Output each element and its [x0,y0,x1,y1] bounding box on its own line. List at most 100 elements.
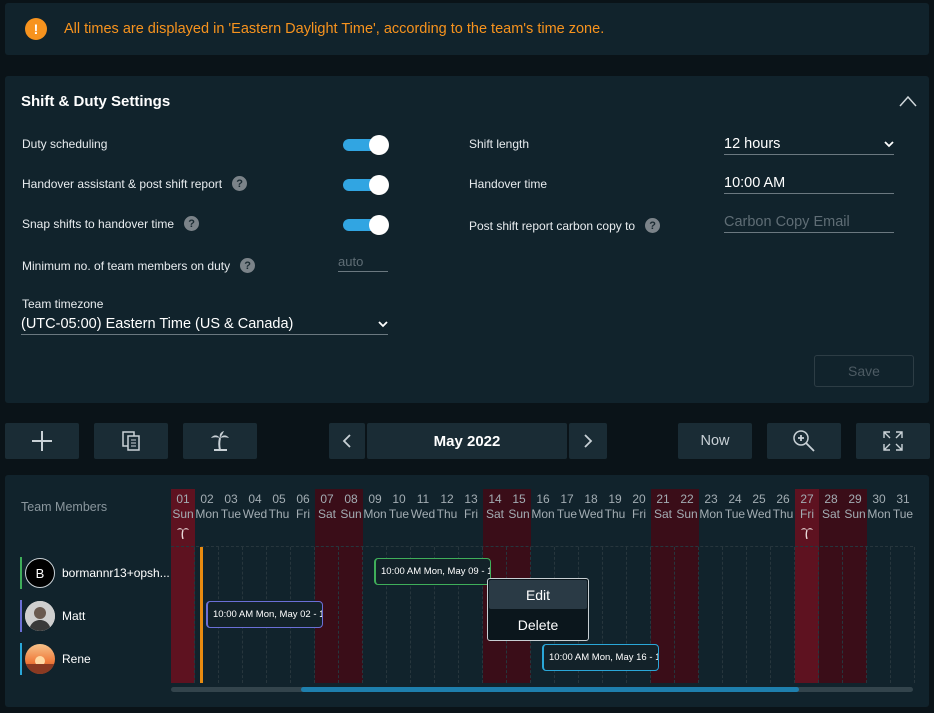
day-number: 11 [416,492,430,506]
next-month-button[interactable] [569,423,607,459]
shift-block[interactable]: 10:00 AM Mon, May 02 - 1 [206,601,323,628]
palm-tree-icon [800,525,814,540]
prev-month-button[interactable] [329,423,365,459]
carbon-copy-input[interactable]: Carbon Copy Email [724,214,894,233]
copy-icon [122,431,140,451]
chevron-up-icon[interactable] [899,95,917,107]
snap-shifts-row: Snap shifts to handover time ? [22,216,200,231]
current-time-indicator [200,547,203,683]
day-number: 15 [512,492,526,506]
duty-scheduling-label: Duty scheduling [22,137,108,151]
day-number: 20 [632,492,646,506]
add-shift-button[interactable] [5,423,79,459]
help-icon[interactable]: ? [240,258,256,273]
chevron-down-icon [884,141,894,148]
day-number: 31 [896,492,910,506]
handover-assistant-toggle[interactable] [343,175,389,195]
handover-assistant-row: Handover assistant & post shift report ? [22,176,248,191]
chevron-left-icon [342,434,351,448]
plus-icon [32,431,52,451]
timezone-value: (UTC-05:00) Eastern Time (US & Canada) [21,316,294,332]
day-number: 21 [656,492,670,506]
min-members-label: Minimum no. of team members on duty [22,258,231,273]
shift-length-value: 12 hours [724,136,781,152]
shift-block[interactable]: 10:00 AM Mon, May 09 - 1 [374,558,491,585]
day-number: 01 [176,492,190,506]
day-number: 02 [200,492,214,506]
scrollbar-thumb[interactable] [301,687,799,692]
timezone-select[interactable]: (UTC-05:00) Eastern Time (US & Canada) [21,316,388,335]
day-number: 17 [560,492,574,506]
delete-menu-item[interactable]: Delete [488,610,588,640]
chevron-down-icon [378,321,388,328]
handover-assistant-label: Handover assistant & post shift report [22,176,223,191]
edit-menu-item[interactable]: Edit [489,580,587,609]
palm-tree-icon [176,525,190,540]
member-name: Rene [62,652,91,666]
day-number: 08 [344,492,358,506]
day-number: 13 [464,492,478,506]
day-number: 04 [248,492,262,506]
team-members-header: Team Members [21,500,108,514]
member-name: Matt [62,609,86,623]
help-icon[interactable]: ? [645,218,661,233]
carbon-copy-row: Post shift report carbon copy to ? [469,218,661,233]
day-number: 25 [752,492,766,506]
day-number: 12 [440,492,454,506]
shift-length-select[interactable]: 12 hours [724,136,894,155]
day-weekday: Tue [892,507,914,521]
day-number: 28 [824,492,838,506]
day-number: 05 [272,492,286,506]
zoom-button[interactable] [767,423,841,459]
vacation-button[interactable] [183,423,257,459]
shift-context-menu: Edit Delete [487,578,589,641]
current-month[interactable]: May 2022 [367,423,567,459]
snap-shifts-toggle[interactable] [343,215,389,235]
day-number: 27 [800,492,814,506]
day-number: 30 [872,492,886,506]
banner-message: All times are displayed in 'Eastern Dayl… [64,21,605,37]
duty-scheduling-toggle[interactable] [343,135,389,155]
member-color-bar [20,557,22,589]
avatar: B [25,558,55,588]
day-number: 07 [320,492,334,506]
handover-time-label: Handover time [469,177,548,191]
chevron-right-icon [584,434,593,448]
shift-block[interactable]: 10:00 AM Mon, May 16 - 1 [542,644,659,671]
member-color-bar [20,643,22,675]
now-button[interactable]: Now [678,423,752,459]
member-row-bormannr13[interactable]: B bormannr13+opsh... [20,557,170,589]
day-number: 26 [776,492,790,506]
day-number: 16 [536,492,550,506]
day-number: 14 [488,492,502,506]
save-button[interactable]: Save [814,355,914,387]
avatar [25,601,55,631]
day-number: 19 [608,492,622,506]
timezone-label: Team timezone [22,297,104,311]
day-number: 06 [296,492,310,506]
min-members-row: Minimum no. of team members on duty ? [22,258,256,273]
snap-shifts-label: Snap shifts to handover time [22,216,175,231]
handover-time-input[interactable]: 10:00 AM [724,175,894,194]
member-color-bar [20,600,22,632]
horizontal-scrollbar[interactable] [171,687,913,692]
member-row-rene[interactable]: Rene [20,643,91,675]
shift-duty-settings-panel: Shift & Duty Settings Duty scheduling Ha… [5,76,929,403]
min-members-input[interactable]: auto [338,254,388,272]
palm-tree-icon [211,431,229,451]
help-icon[interactable]: ? [232,176,248,191]
fullscreen-button[interactable] [856,423,930,459]
schedule-grid: Team Members 01 Sun 02 Mon 03 Tue 04 Wed 05 Thu 06… [5,475,929,707]
avatar [25,644,55,674]
timezone-banner: ! All times are displayed in 'Eastern Da… [5,3,929,55]
help-icon[interactable]: ? [184,216,200,231]
day-number: 03 [224,492,238,506]
copy-button[interactable] [94,423,168,459]
day-number: 09 [368,492,382,506]
day-number: 22 [680,492,694,506]
shift-length-label: Shift length [469,137,530,151]
carbon-copy-label: Post shift report carbon copy to [469,218,636,233]
day-number: 18 [584,492,598,506]
member-row-matt[interactable]: Matt [20,600,85,632]
day-number: 24 [728,492,742,506]
